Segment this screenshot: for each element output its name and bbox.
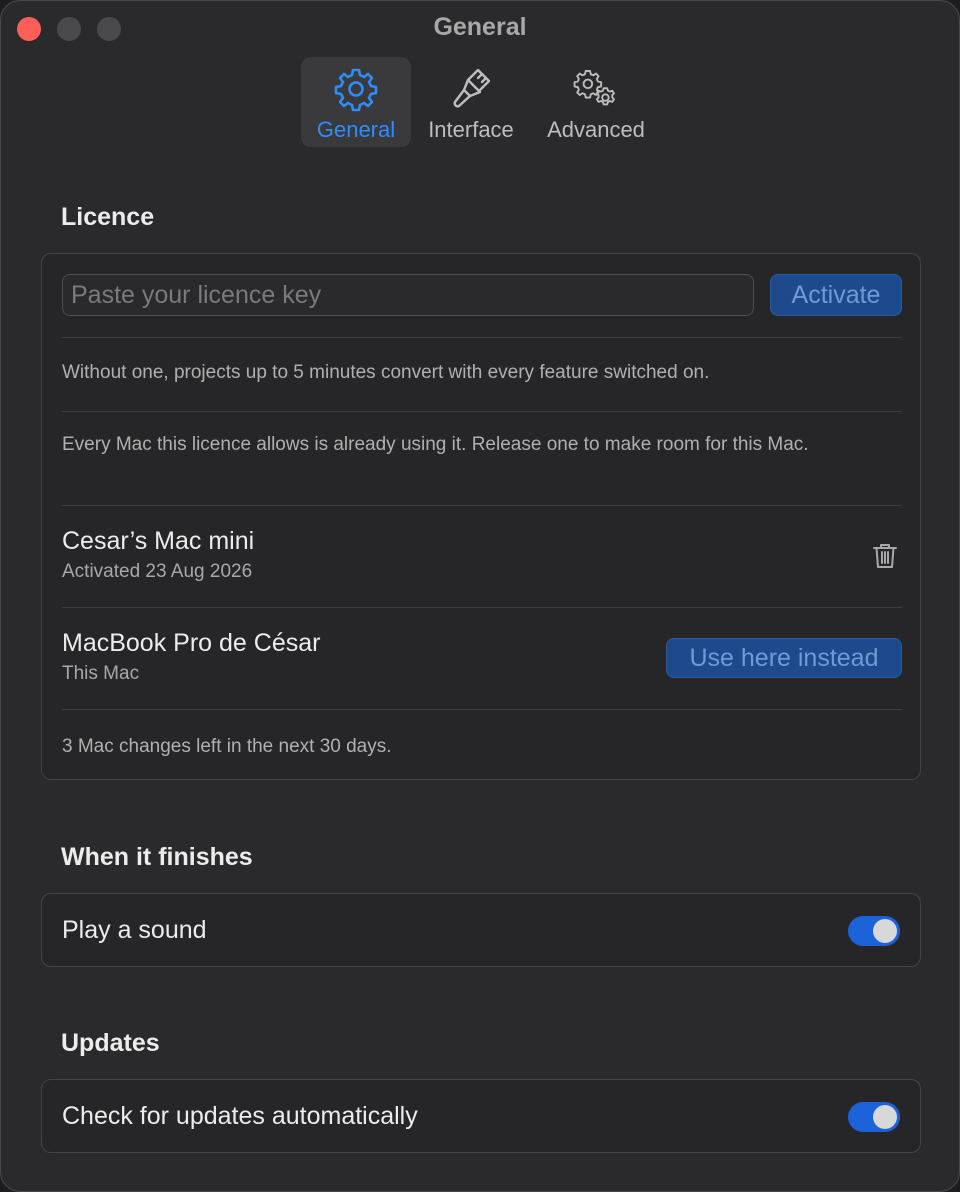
tab-advanced[interactable]: Advanced xyxy=(531,57,661,147)
paintbrush-icon xyxy=(447,65,495,113)
toolbar-tabs: General Interface Advanced xyxy=(301,57,661,147)
auto-update-toggle[interactable] xyxy=(848,1102,900,1132)
mac-name: Cesar’s Mac mini xyxy=(62,527,255,555)
toggle-knob xyxy=(873,919,897,943)
play-sound-label: Play a sound xyxy=(62,916,207,944)
licence-card: Activate Without one, projects up to 5 m… xyxy=(41,253,921,780)
trial-note: Without one, projects up to 5 minutes co… xyxy=(62,362,710,383)
mac-name: MacBook Pro de César xyxy=(62,629,321,657)
tab-interface[interactable]: Interface xyxy=(411,57,531,147)
tab-general[interactable]: General xyxy=(301,57,411,147)
divider xyxy=(62,709,902,710)
licence-section-title: Licence xyxy=(61,203,155,231)
tab-general-label: General xyxy=(316,117,396,142)
use-here-instead-button[interactable]: Use here instead xyxy=(666,638,902,678)
licence-key-input[interactable] xyxy=(62,274,754,316)
activate-button[interactable]: Activate xyxy=(770,274,902,316)
play-sound-toggle[interactable] xyxy=(848,916,900,946)
divider xyxy=(62,411,902,412)
divider xyxy=(62,337,902,338)
trash-icon[interactable] xyxy=(870,541,900,571)
updates-section-title: Updates xyxy=(61,1029,160,1057)
window-title: General xyxy=(433,13,527,41)
toggle-knob xyxy=(873,1105,897,1129)
tab-advanced-label: Advanced xyxy=(547,117,645,142)
auto-update-label: Check for updates automatically xyxy=(62,1102,418,1130)
tab-interface-label: Interface xyxy=(428,117,514,142)
preferences-window: General General Interface Advanced Licen… xyxy=(0,0,960,1192)
mac-status: This Mac xyxy=(62,663,140,684)
gear-icon xyxy=(332,65,380,113)
mac-status: Activated 23 Aug 2026 xyxy=(62,561,253,582)
updates-card: Check for updates automatically xyxy=(41,1079,921,1153)
changes-left-note: 3 Mac changes left in the next 30 days. xyxy=(62,736,392,757)
gears-icon xyxy=(572,65,620,113)
divider xyxy=(62,505,902,506)
divider xyxy=(62,607,902,608)
finish-section-title: When it finishes xyxy=(61,843,253,871)
finish-card: Play a sound xyxy=(41,893,921,967)
limit-note: Every Mac this licence allows is already… xyxy=(62,434,809,455)
